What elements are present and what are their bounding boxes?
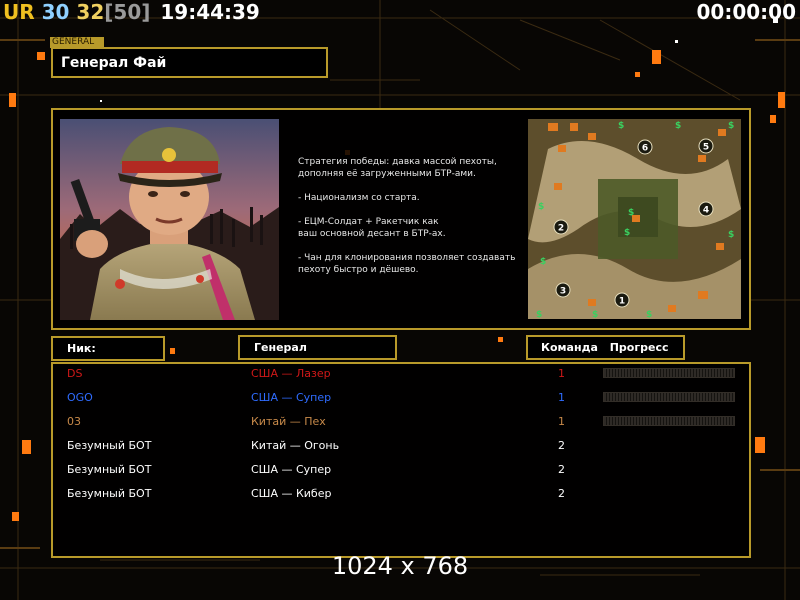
player-nick: DS [67,367,83,380]
start-position-3: 3 [560,287,566,297]
supply-icon: $ [675,121,681,131]
player-general: Китай — Пех [251,415,326,428]
supply-icon: $ [536,310,542,319]
player-team: 1 [558,367,565,380]
player-row[interactable]: Безумный БОТ Китай — Огонь 2 [0,434,800,458]
player-general: Китай — Огонь [251,439,340,452]
player-team: 1 [558,391,565,404]
strategy-description: Стратегия победы: давка массой пехоты, д… [298,157,516,275]
clock: 19:44:39 [160,0,260,24]
supply-icon: $ [540,257,546,267]
start-position-1: 1 [619,297,625,307]
general-name: Генерал Фай [51,47,328,78]
resolution-label: 1024 x 768 [331,552,469,580]
player-row[interactable]: DS США — Лазер 1 [0,362,800,386]
player-row[interactable]: Безумный БОТ США — Кибер 2 [0,482,800,506]
player-progress-bar [603,392,735,402]
start-position-4: 4 [703,206,709,216]
player-general: США — Супер [251,463,332,476]
player-nick: OGO [67,391,93,404]
player-progress-bar [603,416,735,426]
supply-icon: $ [646,310,652,319]
player-general: США — Супер [251,391,332,404]
player-team: 2 [558,439,565,452]
fps-value-2: 32 [76,0,105,24]
player-team: 2 [558,463,565,476]
column-header-nick: Ник: [51,336,165,361]
player-progress-bar [603,368,735,378]
fps-counter: UR 30 32[50] 19:44:39 [3,0,260,24]
player-general: США — Лазер [251,367,331,380]
ur-label: UR [3,0,35,24]
supply-icon: $ [728,230,734,240]
player-nick: Безумный БОТ [67,487,152,500]
player-team: 1 [558,415,565,428]
player-general: США — Кибер [251,487,332,500]
supply-icon: $ [538,202,544,212]
supply-icon: $ [624,228,630,238]
fps-value: 30 [41,0,70,24]
player-team: 2 [558,487,565,500]
general-portrait [60,119,279,320]
fps-limit: [50] [104,0,151,24]
player-nick: 03 [67,415,81,428]
supply-icon: $ [592,310,598,319]
player-nick: Безумный БОТ [67,463,152,476]
start-position-2: 2 [558,224,564,234]
column-header-team-progress: Команда Прогресс [526,335,685,360]
supply-icon: $ [618,121,624,131]
player-row[interactable]: OGO США — Супер 1 [0,386,800,410]
start-position-6: 6 [642,144,648,154]
column-header-progress: Прогресс [609,341,669,354]
game-timer: 00:00:00 [696,0,797,24]
player-nick: Безумный БОТ [67,439,152,452]
supply-icon: $ [728,121,734,131]
start-position-5: 5 [703,143,709,153]
minimap[interactable]: 1 2 3 4 5 6 $ $ $ $ $ $ $ $ $ $ $ [528,119,741,319]
column-header-general: Генерал [238,335,397,360]
player-row[interactable]: Безумный БОТ США — Супер 2 [0,458,800,482]
player-row[interactable]: 03 Китай — Пех 1 [0,410,800,434]
column-header-team: Команда [541,341,598,354]
